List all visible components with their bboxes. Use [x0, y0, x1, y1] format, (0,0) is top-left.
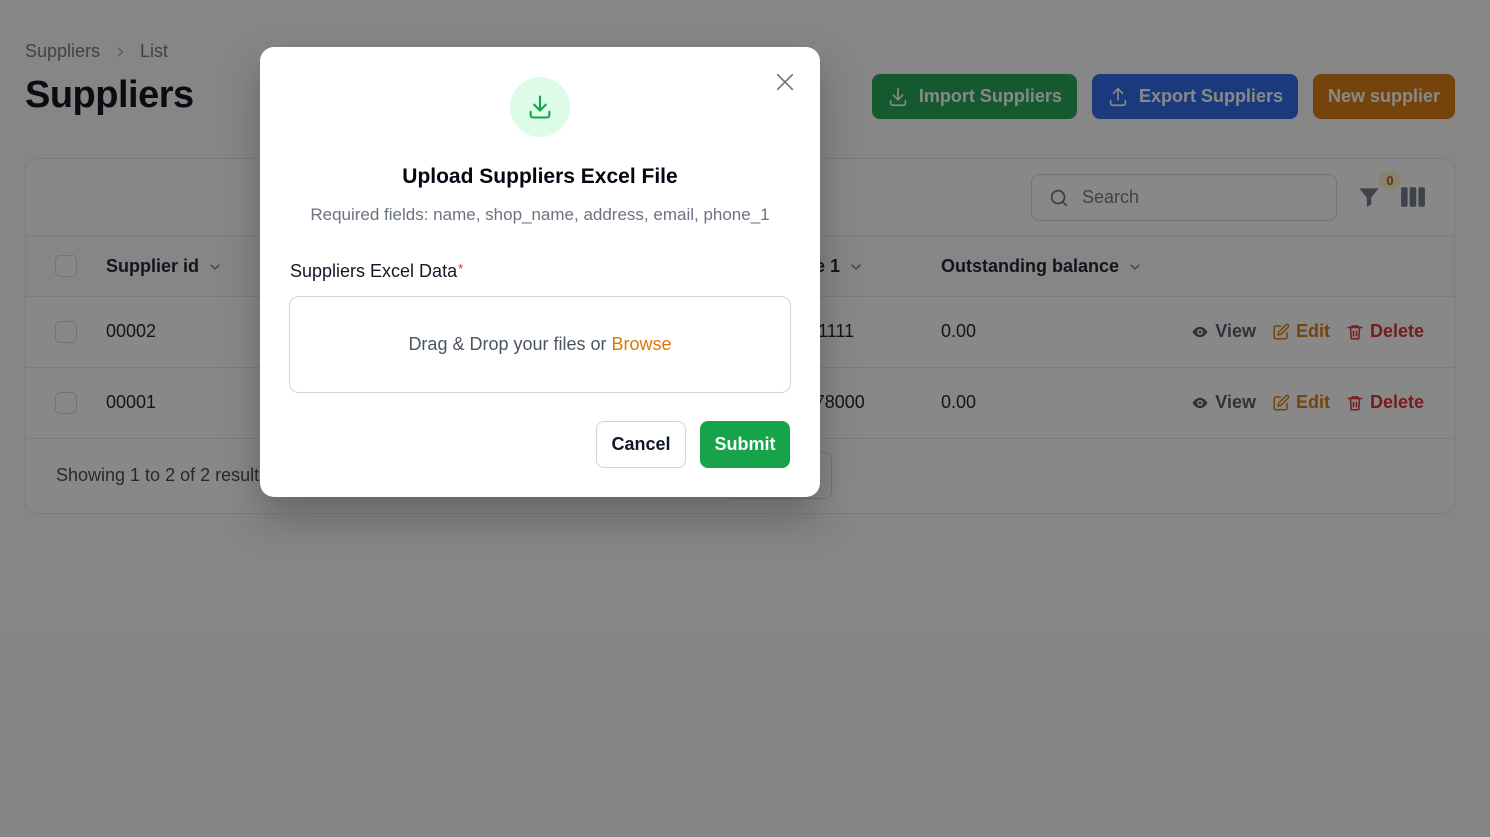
browse-link[interactable]: Browse: [612, 334, 672, 355]
file-dropzone[interactable]: Drag & Drop your files or Browse: [289, 296, 791, 393]
excel-field-label-text: Suppliers Excel Data: [290, 261, 458, 281]
download-icon: [529, 95, 551, 119]
modal-icon: [510, 77, 570, 137]
modal-description: Required fields: name, shop_name, addres…: [310, 205, 770, 224]
upload-modal: Upload Suppliers Excel File Required fie…: [260, 47, 820, 497]
submit-button[interactable]: Submit: [700, 421, 790, 468]
excel-field-label: Suppliers Excel Data*: [290, 261, 463, 282]
close-icon[interactable]: [774, 71, 796, 93]
cancel-button[interactable]: Cancel: [596, 421, 686, 468]
dropzone-text: Drag & Drop your files or: [408, 334, 607, 354]
modal-title: Upload Suppliers Excel File: [402, 165, 678, 188]
required-mark: *: [458, 261, 464, 276]
